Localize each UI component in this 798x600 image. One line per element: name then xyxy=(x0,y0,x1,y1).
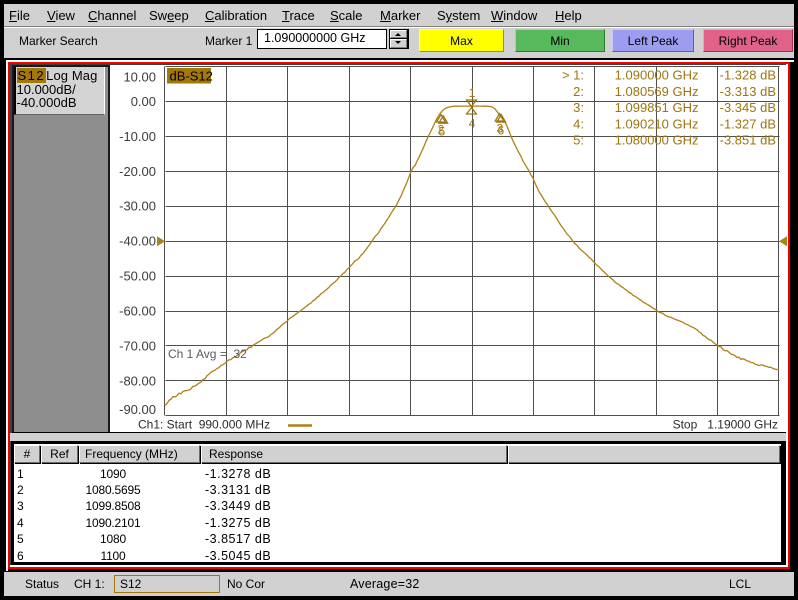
svg-text:-3.851 dB: -3.851 dB xyxy=(720,133,776,148)
svg-text:4: 4 xyxy=(469,117,476,131)
svg-text:0.00: 0.00 xyxy=(131,94,156,109)
svg-text:1: 1 xyxy=(469,86,476,100)
svg-text:5: 5 xyxy=(439,124,446,138)
svg-text:> 1:: > 1: xyxy=(562,68,584,83)
svg-text:-50.00: -50.00 xyxy=(119,269,156,284)
svg-text:-90.00: -90.00 xyxy=(119,402,156,417)
svg-text:-3.345 dB: -3.345 dB xyxy=(720,100,776,115)
svg-text:-60.00: -60.00 xyxy=(119,304,156,319)
svg-text:Stop 1.19000 GHz: Stop 1.19000 GHz xyxy=(673,418,778,432)
svg-text:1.099851 GHz: 1.099851 GHz xyxy=(615,100,699,115)
svg-text:Ch 1 Avg = 32: Ch 1 Avg = 32 xyxy=(168,347,247,361)
svg-text:-1.328 dB: -1.328 dB xyxy=(720,68,776,83)
svg-text:5:: 5: xyxy=(573,133,584,148)
svg-text:2:: 2: xyxy=(573,84,584,99)
svg-text:-70.00: -70.00 xyxy=(119,338,156,353)
svg-text:1.080000 GHz: 1.080000 GHz xyxy=(615,133,699,148)
svg-text:Ch1: Start 990.000 MHz: Ch1: Start 990.000 MHz xyxy=(138,418,270,432)
svg-text:-30.00: -30.00 xyxy=(119,199,156,214)
svg-text:dB-S12: dB-S12 xyxy=(170,69,213,84)
svg-text:6: 6 xyxy=(498,124,505,138)
svg-text:4:: 4: xyxy=(573,116,584,131)
svg-text:-10.00: -10.00 xyxy=(119,129,156,144)
svg-text:-40.00: -40.00 xyxy=(119,234,156,249)
svg-text:3:: 3: xyxy=(573,100,584,115)
svg-text:1.080569 GHz: 1.080569 GHz xyxy=(615,84,699,99)
svg-text:10.00: 10.00 xyxy=(123,70,156,85)
svg-text:-20.00: -20.00 xyxy=(119,164,156,179)
svg-text:1.090210 GHz: 1.090210 GHz xyxy=(615,116,699,131)
svg-text:-80.00: -80.00 xyxy=(119,373,156,388)
svg-text:-1.327 dB: -1.327 dB xyxy=(720,116,776,131)
svg-text:-3.313 dB: -3.313 dB xyxy=(720,84,776,99)
svg-text:1.090000 GHz: 1.090000 GHz xyxy=(615,68,699,83)
